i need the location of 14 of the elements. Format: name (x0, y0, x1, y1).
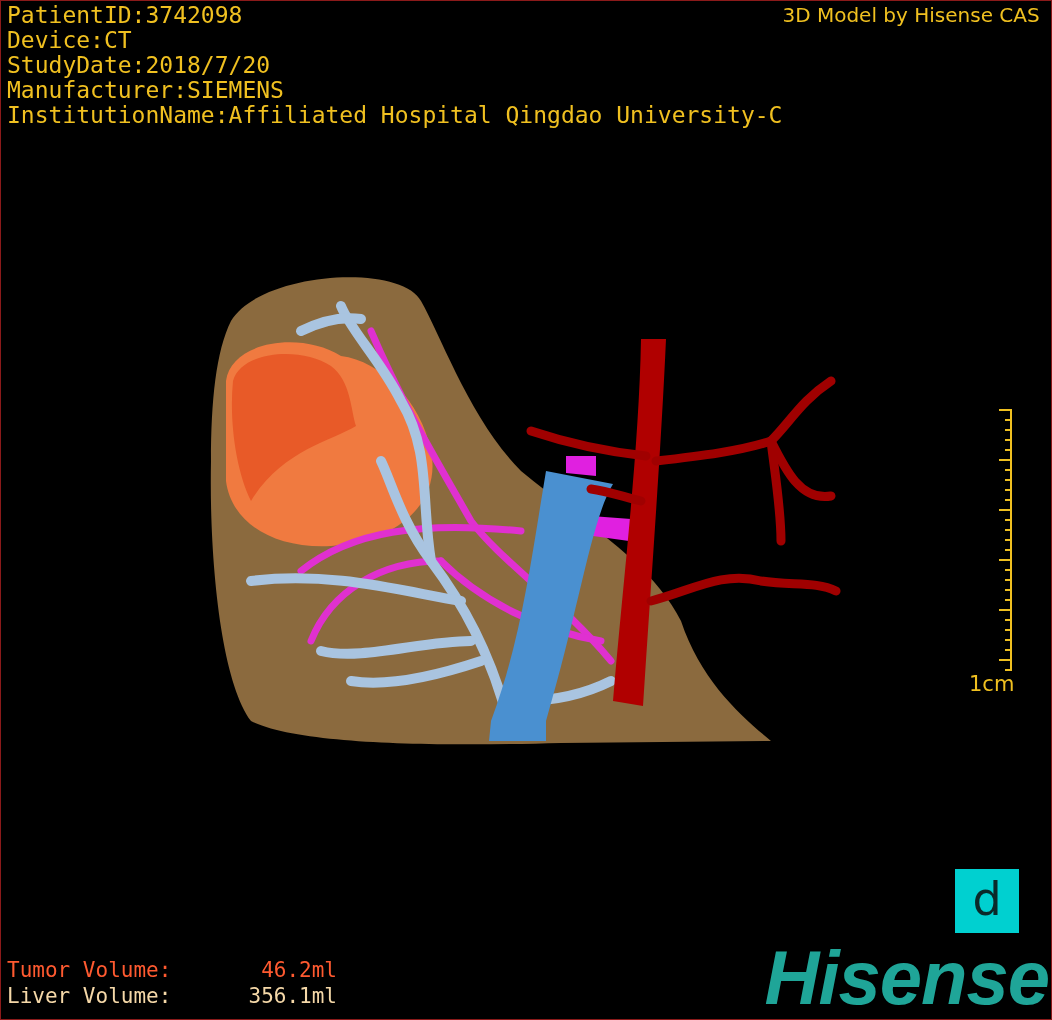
info-line: StudyDate:2018/7/20 (7, 53, 272, 78)
logo-badge: d (955, 869, 1019, 933)
brand-logo: Hisense (764, 943, 1050, 1013)
model-credit: 3D Model by Hisense CAS (782, 3, 1040, 28)
info-line: PatientID:3742098 (7, 3, 244, 28)
info-line: Device:CT (7, 28, 133, 53)
volume-label: Tumor Volume: (7, 957, 173, 983)
info-line: Manufacturer:SIEMENS (7, 78, 285, 103)
scale-ruler-icon (997, 408, 1012, 672)
scale-label: 1cm (969, 672, 1015, 696)
volume-label: Liver Volume: (7, 983, 173, 1009)
volume-value: 356.1ml (247, 983, 337, 1009)
volume-value: 46.2ml (260, 957, 337, 983)
info-line: InstitutionName:Affiliated Hospital Qingdao University-C (7, 103, 783, 128)
